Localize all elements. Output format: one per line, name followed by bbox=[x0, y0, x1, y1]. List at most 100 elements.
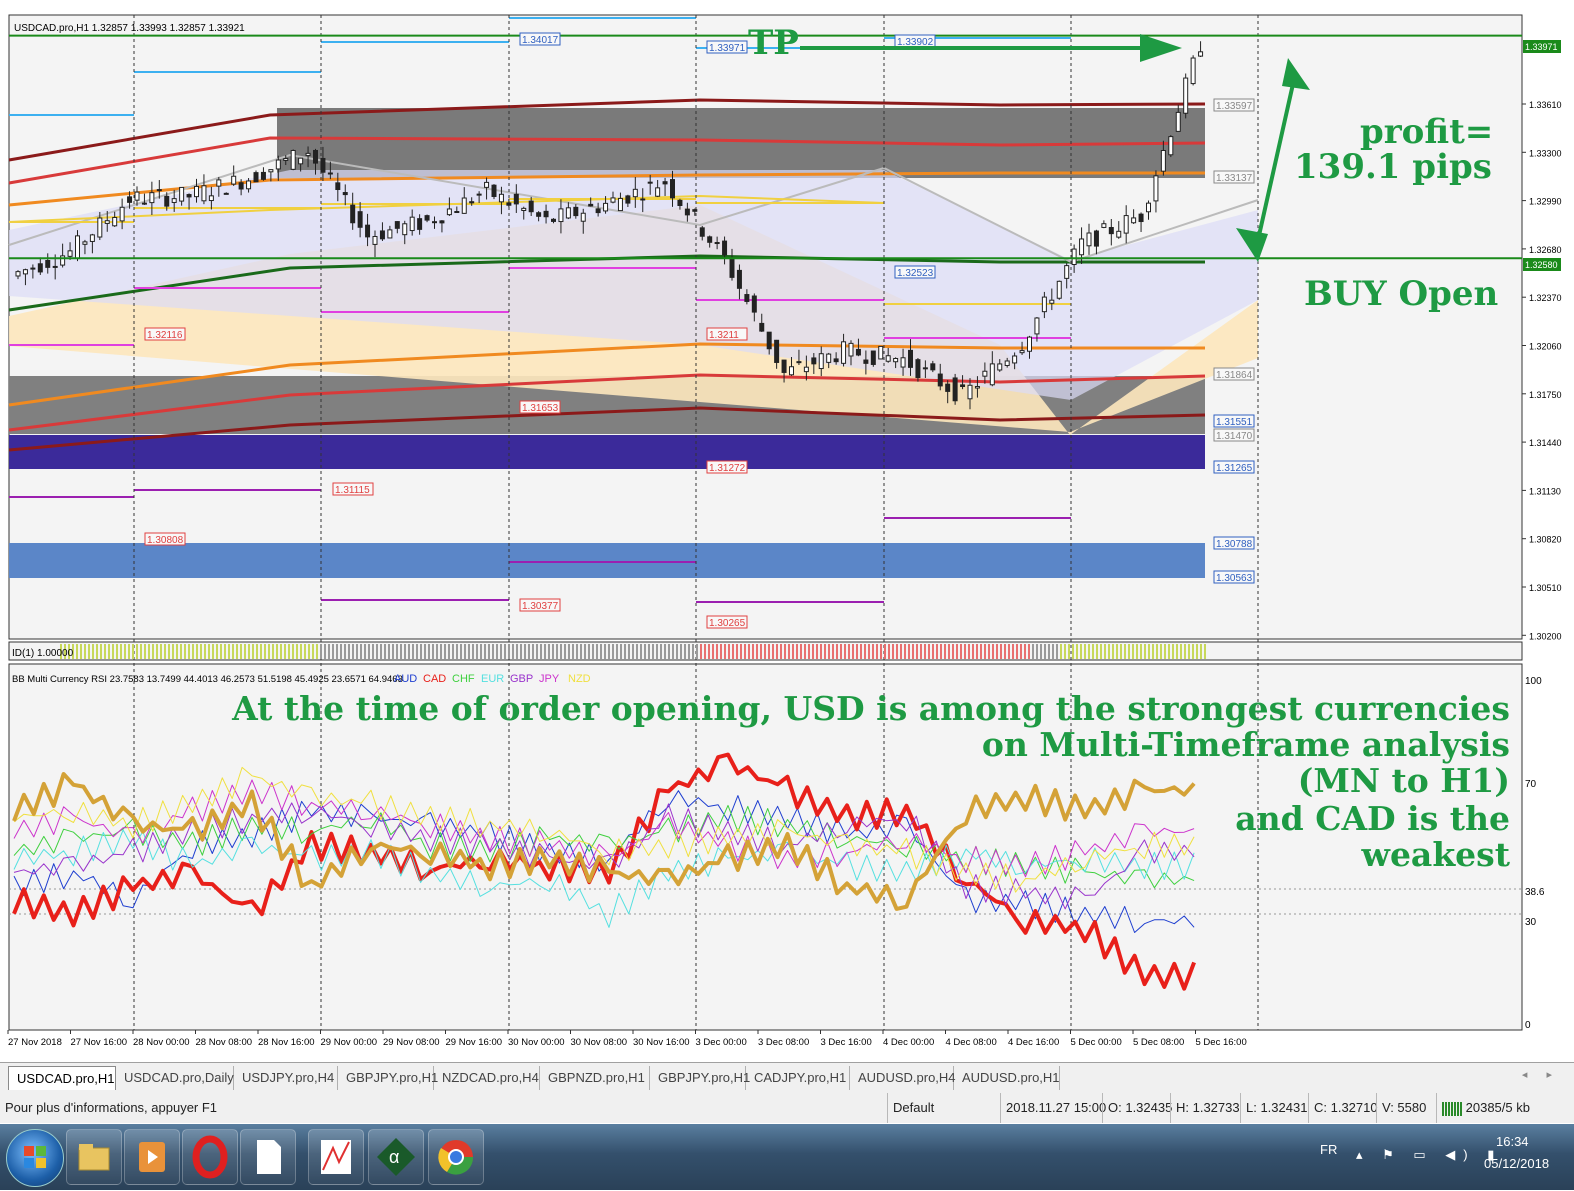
candle-body bbox=[543, 210, 549, 218]
tab-gbpjpy-pro-h1[interactable]: GBPJPY.pro,H1 bbox=[338, 1066, 438, 1090]
tab-usdcad-pro-daily[interactable]: USDCAD.pro,Daily bbox=[116, 1066, 234, 1090]
strip-tick bbox=[284, 644, 286, 659]
time-tick-label: 5 Dec 16:00 bbox=[1196, 1037, 1247, 1048]
strip-tick bbox=[988, 644, 990, 659]
time-tick-label: 5 Dec 08:00 bbox=[1133, 1037, 1184, 1048]
candle-body bbox=[662, 181, 668, 185]
status-traffic: 20385/5 kb bbox=[1436, 1093, 1566, 1123]
strip-tick bbox=[428, 644, 430, 659]
strip-tick bbox=[476, 644, 478, 659]
candle-body bbox=[744, 294, 750, 302]
strip-tick bbox=[1060, 644, 1062, 659]
traffic-bars-icon bbox=[1442, 1101, 1462, 1116]
candle-body bbox=[729, 258, 735, 278]
strip-tick bbox=[584, 644, 586, 659]
tab-usdjpy-pro-h4[interactable]: USDJPY.pro,H4 bbox=[234, 1066, 338, 1090]
candle-body bbox=[580, 212, 586, 222]
strip-tick bbox=[560, 644, 562, 659]
strip-tick bbox=[1048, 644, 1050, 659]
chart-app-icon[interactable] bbox=[308, 1129, 364, 1185]
tab-audusd-pro-h1[interactable]: AUDUSD.pro,H1 bbox=[954, 1066, 1060, 1090]
language-indicator[interactable]: FR bbox=[1320, 1124, 1337, 1190]
strip-tick bbox=[616, 644, 618, 659]
price-tick-label: 1.33610 bbox=[1529, 100, 1562, 110]
strip-tick bbox=[588, 644, 590, 659]
strip-tick bbox=[512, 644, 514, 659]
strip-tick bbox=[704, 644, 706, 659]
clock-date[interactable]: 05/12/2018 bbox=[1484, 1156, 1549, 1176]
strip-tick bbox=[1192, 644, 1194, 659]
strip-tick bbox=[924, 644, 926, 659]
strip-tick bbox=[1152, 644, 1154, 659]
candle-body bbox=[365, 224, 371, 238]
candle-body bbox=[930, 363, 936, 371]
time-tick-label: 28 Nov 16:00 bbox=[258, 1037, 315, 1048]
strip-tick bbox=[732, 644, 734, 659]
file-explorer-icon[interactable] bbox=[66, 1129, 122, 1185]
tab-audusd-pro-h4[interactable]: AUDUSD.pro,H4 bbox=[850, 1066, 956, 1090]
tab-cadjpy-pro-h1[interactable]: CADJPY.pro,H1 bbox=[746, 1066, 850, 1090]
document-icon[interactable] bbox=[240, 1129, 296, 1185]
strip-tick bbox=[540, 644, 542, 659]
strip-tick bbox=[1084, 644, 1086, 659]
candle-body bbox=[30, 267, 36, 270]
strip-tick bbox=[504, 644, 506, 659]
tab-scroll-arrows[interactable]: ◂ ▸ bbox=[1522, 1068, 1560, 1081]
main-chart[interactable]: 1.340171.339711.339021.335971.331371.325… bbox=[0, 0, 1574, 1060]
strip-tick bbox=[328, 644, 330, 659]
rsi-header: BB Multi Currency RSI 23.7583 13.7499 44… bbox=[12, 674, 403, 685]
level-label: 1.32523 bbox=[897, 268, 934, 279]
strip-tick bbox=[320, 644, 322, 659]
status-open: O: 1.32435 bbox=[1102, 1093, 1172, 1123]
strip-tick bbox=[1148, 644, 1150, 659]
strip-tick bbox=[516, 644, 518, 659]
candle-body bbox=[870, 350, 876, 365]
strip-tick bbox=[1036, 644, 1038, 659]
candle-body bbox=[841, 341, 847, 364]
time-tick-label: 28 Nov 00:00 bbox=[133, 1037, 190, 1048]
tab-gbpnzd-pro-h1[interactable]: GBPNZD.pro,H1 bbox=[540, 1066, 650, 1090]
candle-body bbox=[156, 189, 162, 192]
media-player-icon[interactable] bbox=[124, 1129, 180, 1185]
buy-price-label: 1.32580 bbox=[1525, 260, 1558, 270]
tray-icons[interactable]: ▴ ⚑ ▭ ◀) ▮ bbox=[1356, 1124, 1502, 1190]
strip-tick bbox=[352, 644, 354, 659]
candle-body bbox=[394, 221, 400, 229]
windows-start-icon[interactable] bbox=[6, 1129, 64, 1187]
alpha-app-icon[interactable]: α bbox=[368, 1129, 424, 1185]
strip-tick bbox=[948, 644, 950, 659]
current-price-label: 1.33971 bbox=[1525, 42, 1558, 52]
strip-tick bbox=[432, 644, 434, 659]
candle-body bbox=[625, 195, 631, 204]
svg-text:α: α bbox=[389, 1147, 399, 1167]
strip-tick bbox=[1064, 644, 1066, 659]
time-tick-label: 29 Nov 08:00 bbox=[383, 1037, 440, 1048]
candle-body bbox=[1012, 355, 1018, 364]
tab-gbpjpy-pro-h1[interactable]: GBPJPY.pro,H1 bbox=[650, 1066, 750, 1090]
chrome-browser-icon[interactable] bbox=[428, 1129, 484, 1185]
strip-tick bbox=[1024, 644, 1026, 659]
opera-browser-icon[interactable] bbox=[182, 1129, 238, 1185]
level-label: 1.31864 bbox=[1216, 370, 1253, 381]
strip-tick bbox=[728, 644, 730, 659]
strip-tick bbox=[208, 644, 210, 659]
strip-tick bbox=[484, 644, 486, 659]
tab-nzdcad-pro-h4[interactable]: NZDCAD.pro,H4 bbox=[434, 1066, 540, 1090]
strip-tick bbox=[996, 644, 998, 659]
rsi-tick-label: 30 bbox=[1525, 917, 1537, 928]
indicator-label: ID(1) 1.00000 bbox=[12, 648, 74, 659]
strip-tick bbox=[832, 644, 834, 659]
strip-tick bbox=[108, 644, 110, 659]
candle-body bbox=[253, 172, 259, 183]
strip-tick bbox=[756, 644, 758, 659]
strip-tick bbox=[896, 644, 898, 659]
strip-tick bbox=[492, 644, 494, 659]
status-high: H: 1.32733 bbox=[1170, 1093, 1240, 1123]
candle-body bbox=[260, 171, 266, 180]
strip-tick bbox=[952, 644, 954, 659]
tab-usdcad-pro-h1[interactable]: USDCAD.pro,H1 bbox=[8, 1066, 116, 1090]
candle-body bbox=[1064, 265, 1070, 279]
strip-tick bbox=[556, 644, 558, 659]
time-tick-label: 29 Nov 00:00 bbox=[321, 1037, 378, 1048]
clock-time[interactable]: 16:34 bbox=[1496, 1134, 1529, 1154]
